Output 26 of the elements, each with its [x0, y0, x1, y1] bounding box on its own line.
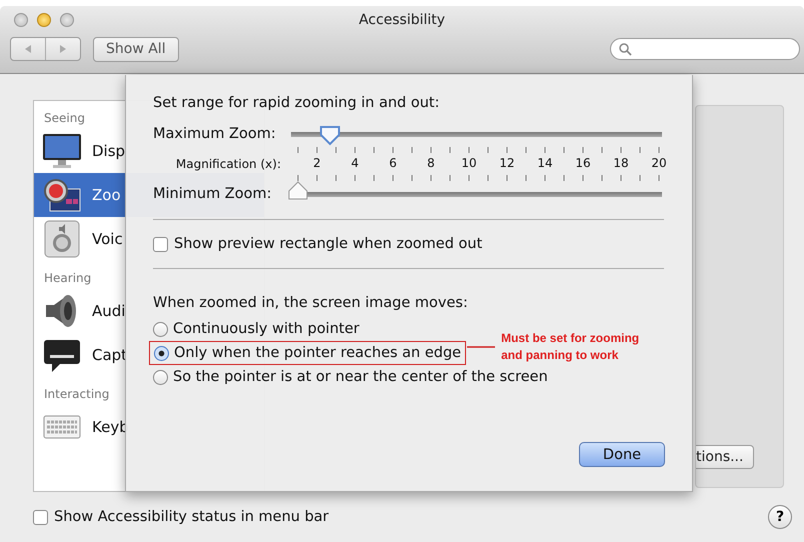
scale-value: 14 — [537, 156, 553, 170]
radio-label: Continuously with pointer — [173, 321, 360, 337]
scale-value: 10 — [461, 156, 477, 170]
annotation-text: and panning to work — [501, 347, 620, 364]
radio-label: Only when the pointer reaches an edge — [174, 345, 462, 361]
radio-label: So the pointer is at or near the center of the screen — [173, 369, 548, 385]
slider-label: Minimum Zoom: — [153, 186, 272, 202]
scale-label: Magnification (x): — [174, 157, 282, 171]
scale-value: 20 — [651, 156, 667, 170]
section-header: Hearing — [43, 270, 92, 287]
section-header: Interacting — [43, 386, 110, 403]
scale-value: 18 — [613, 156, 629, 170]
scale-value: 16 — [575, 156, 591, 170]
section-header: Seeing — [43, 110, 86, 127]
annotation-text: Must be set for zooming — [501, 330, 640, 347]
scale-value: 4 — [351, 156, 359, 170]
scale-value: 6 — [389, 156, 397, 170]
scale-value: 2 — [313, 156, 321, 170]
checkbox-label: Show Accessibility status in menu bar — [54, 509, 329, 525]
checkbox-label: Show preview rectangle when zoomed out — [174, 236, 482, 252]
scale-value: 8 — [427, 156, 435, 170]
section-label: When zoomed in, the screen image moves: — [153, 295, 469, 311]
scale-value: 12 — [499, 156, 515, 170]
slider-label: Maximum Zoom: — [153, 126, 277, 142]
heading: Set range for rapid zooming in and out: — [153, 95, 440, 111]
window-title: Accessibility — [358, 12, 446, 28]
